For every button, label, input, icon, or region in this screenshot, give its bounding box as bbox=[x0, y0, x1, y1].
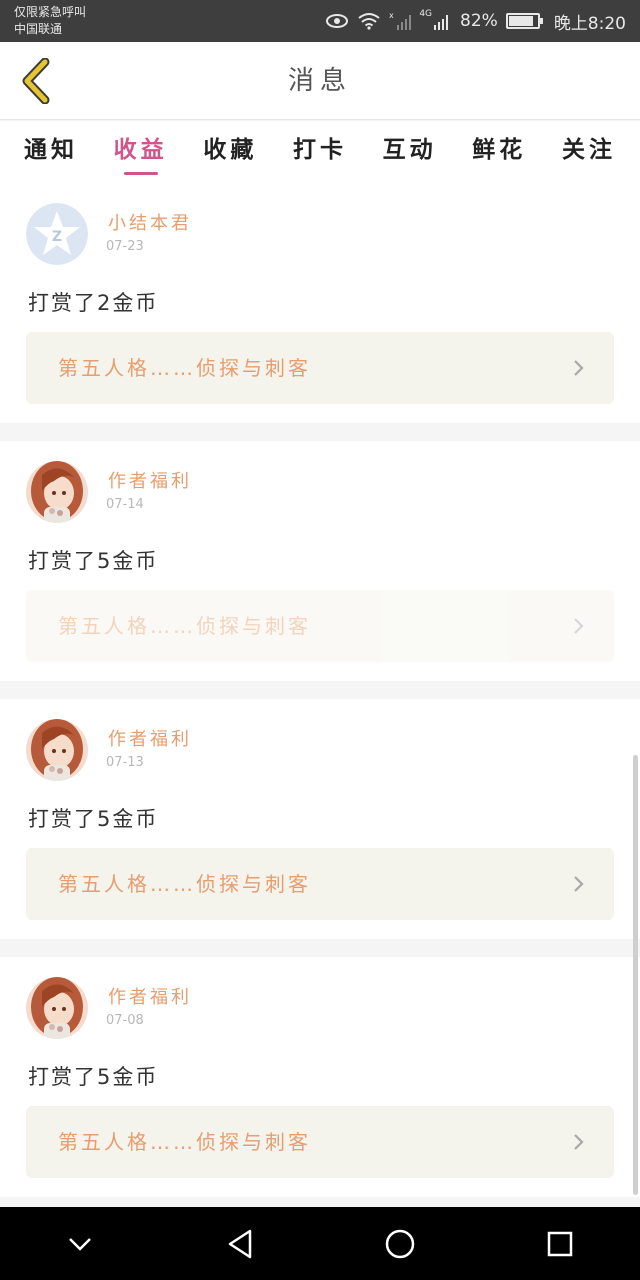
tab-0[interactable]: 通知 bbox=[24, 121, 78, 183]
tab-6[interactable]: 关注 bbox=[562, 121, 616, 183]
sender-name[interactable]: 作者福利 bbox=[108, 467, 192, 493]
message-text: 打赏了5金币 bbox=[28, 549, 159, 573]
chevron-right-icon bbox=[574, 618, 584, 634]
status-bar: 仅限紧急呼叫 中国联通 x 4G 82% 晚上8:20 bbox=[0, 0, 640, 42]
clock: 晚上8:20 bbox=[553, 13, 626, 34]
tab-label: 鲜花 bbox=[472, 137, 527, 163]
message-card: 作者福利 07-13 打赏了5金币第五人格……侦探与刺客 bbox=[0, 699, 640, 939]
work-link[interactable]: 第五人格……侦探与刺客 bbox=[26, 1106, 614, 1178]
back-button[interactable] bbox=[16, 56, 56, 106]
network-type: 4G bbox=[419, 9, 433, 19]
nav-recents-button[interactable] bbox=[525, 1214, 595, 1274]
message-card: Z 小结本君 07-23 打赏了2金币第五人格……侦探与刺客 bbox=[0, 183, 640, 423]
tab-label: 互动 bbox=[382, 137, 437, 163]
message-date: 07-23 bbox=[106, 239, 144, 254]
message-text: 打赏了5金币 bbox=[28, 1065, 159, 1089]
no-signal-icon: x bbox=[389, 11, 412, 31]
message-date: 07-08 bbox=[106, 1013, 144, 1028]
nav-home-button[interactable] bbox=[365, 1214, 435, 1274]
tab-label: 打卡 bbox=[292, 137, 347, 163]
sender-name[interactable]: 作者福利 bbox=[108, 725, 192, 751]
message-date: 07-13 bbox=[106, 755, 144, 770]
system-nav-bar bbox=[0, 1207, 640, 1280]
wifi-icon bbox=[357, 12, 381, 30]
svg-text:Z: Z bbox=[52, 229, 62, 245]
tab-1[interactable]: 收益 bbox=[114, 121, 168, 183]
nav-back-button[interactable] bbox=[205, 1214, 275, 1274]
avatar[interactable] bbox=[26, 977, 88, 1039]
scrollbar[interactable] bbox=[633, 755, 638, 1195]
avatar[interactable] bbox=[26, 461, 88, 523]
work-title: 第五人格……侦探与刺客 bbox=[58, 872, 311, 896]
message-card: 作者福利 07-08 打赏了5金币第五人格……侦探与刺客 bbox=[0, 957, 640, 1197]
tab-label: 关注 bbox=[561, 137, 616, 163]
work-title: 第五人格……侦探与刺客 bbox=[58, 614, 311, 638]
chevron-right-icon bbox=[574, 360, 584, 376]
message-text: 打赏了5金币 bbox=[28, 807, 159, 831]
chevron-right-icon bbox=[574, 1134, 584, 1150]
triangle-back-icon bbox=[228, 1229, 252, 1258]
work-link[interactable]: 第五人格……侦探与刺客 bbox=[26, 848, 614, 920]
signal-icon: 4G bbox=[419, 9, 452, 31]
carrier-line-2: 中国联通 bbox=[14, 22, 63, 36]
battery-percent: 82% bbox=[460, 11, 498, 31]
message-card: 作者福利 07-14 打赏了5金币第五人格……侦探与刺客 bbox=[0, 441, 640, 681]
chevron-right-icon bbox=[574, 876, 584, 892]
tab-label: 通知 bbox=[24, 137, 78, 163]
tab-2[interactable]: 收藏 bbox=[203, 121, 257, 183]
tab-3[interactable]: 打卡 bbox=[293, 121, 347, 183]
nav-collapse-button[interactable] bbox=[45, 1214, 115, 1274]
message-text: 打赏了2金币 bbox=[28, 291, 159, 315]
active-tab-indicator bbox=[123, 172, 158, 175]
message-date: 07-14 bbox=[106, 497, 144, 512]
circle-home-icon bbox=[385, 1229, 415, 1258]
tab-5[interactable]: 鲜花 bbox=[472, 121, 526, 183]
app-header: 消息 bbox=[0, 42, 640, 120]
chevron-left-icon bbox=[22, 58, 50, 104]
square-recents-icon bbox=[547, 1231, 573, 1256]
work-title: 第五人格……侦探与刺客 bbox=[58, 356, 311, 380]
sender-name[interactable]: 小结本君 bbox=[108, 209, 192, 235]
tab-bar: 通知 收益 收藏 打卡 互动 鲜花 关注 bbox=[0, 121, 640, 183]
carrier-info: 仅限紧急呼叫 中国联通 bbox=[14, 4, 86, 38]
battery-icon bbox=[505, 13, 543, 29]
chevron-down-icon bbox=[69, 1237, 91, 1251]
tab-label: 收益 bbox=[113, 137, 168, 163]
page-title: 消息 bbox=[287, 66, 352, 96]
work-link[interactable]: 第五人格……侦探与刺客 bbox=[26, 332, 614, 404]
sender-name[interactable]: 作者福利 bbox=[108, 983, 192, 1009]
work-title: 第五人格……侦探与刺客 bbox=[58, 1130, 311, 1154]
carrier-line-1: 仅限紧急呼叫 bbox=[14, 5, 87, 19]
message-list: Z 小结本君 07-23 打赏了2金币 第五人格……侦探与刺客 作者福利 07-14 打赏了5… bbox=[0, 183, 640, 1197]
work-link[interactable]: 第五人格……侦探与刺客 bbox=[26, 590, 614, 662]
tab-label: 收藏 bbox=[203, 137, 258, 163]
avatar[interactable] bbox=[26, 719, 88, 781]
svg-text:x: x bbox=[389, 11, 394, 20]
tab-4[interactable]: 互动 bbox=[383, 121, 437, 183]
avatar[interactable]: Z bbox=[26, 203, 88, 265]
eye-icon bbox=[325, 13, 349, 29]
